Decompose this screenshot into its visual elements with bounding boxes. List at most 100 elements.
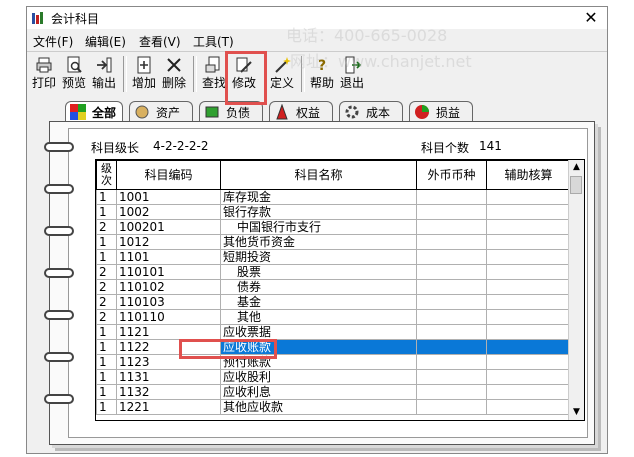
- tab-all[interactable]: 全部: [65, 101, 123, 123]
- cell-level[interactable]: 1: [96, 354, 117, 370]
- table-row[interactable]: 1 1123 预付账款: [96, 354, 571, 370]
- vertical-scrollbar[interactable]: ▲ ▼: [568, 160, 584, 420]
- menu-file[interactable]: 文件(F): [33, 33, 73, 50]
- table-row[interactable]: 2 110103 基金: [96, 294, 571, 310]
- export-button[interactable]: 输出: [89, 54, 119, 96]
- header-code[interactable]: 科目编码: [116, 160, 221, 190]
- cell-level[interactable]: 1: [96, 384, 117, 400]
- cell-level[interactable]: 1: [96, 189, 117, 205]
- cell-aux[interactable]: [486, 309, 571, 325]
- cell-code[interactable]: 110102: [116, 279, 221, 295]
- cell-level[interactable]: 1: [96, 369, 117, 385]
- cell-aux[interactable]: [486, 234, 571, 250]
- print-button[interactable]: 打印: [29, 54, 59, 96]
- cell-level[interactable]: 1: [96, 399, 117, 415]
- tab-profit-loss[interactable]: 损益: [409, 101, 473, 121]
- cell-aux[interactable]: [486, 249, 571, 265]
- table-row[interactable]: 2 110110 其他: [96, 309, 571, 325]
- cell-name[interactable]: 应收票据: [220, 324, 417, 340]
- add-button[interactable]: 增加: [129, 54, 159, 96]
- cell-currency[interactable]: [416, 354, 487, 370]
- cell-aux[interactable]: [486, 399, 571, 415]
- cell-code[interactable]: 100201: [116, 219, 221, 235]
- cell-level[interactable]: 1: [96, 324, 117, 340]
- header-currency[interactable]: 外币币种: [416, 160, 487, 190]
- header-aux[interactable]: 辅助核算: [486, 160, 571, 190]
- cell-code[interactable]: 1132: [116, 384, 221, 400]
- cell-currency[interactable]: [416, 309, 487, 325]
- cell-name[interactable]: 应收股利: [220, 369, 417, 385]
- cell-level[interactable]: 2: [96, 279, 117, 295]
- preview-button[interactable]: 预览: [59, 54, 89, 96]
- cell-level[interactable]: 2: [96, 294, 117, 310]
- tab-cost[interactable]: 成本: [339, 101, 403, 121]
- cell-aux[interactable]: [486, 324, 571, 340]
- cell-aux[interactable]: [486, 384, 571, 400]
- cell-currency[interactable]: [416, 294, 487, 310]
- cell-code[interactable]: 1101: [116, 249, 221, 265]
- cell-currency[interactable]: [416, 219, 487, 235]
- define-button[interactable]: 定义: [267, 54, 297, 96]
- cell-currency[interactable]: [416, 369, 487, 385]
- cell-name[interactable]: 其他: [220, 309, 417, 325]
- cell-currency[interactable]: [416, 264, 487, 280]
- cell-code[interactable]: 1221: [116, 399, 221, 415]
- cell-code[interactable]: 1002: [116, 204, 221, 220]
- menu-view[interactable]: 查看(V): [139, 33, 181, 50]
- table-row[interactable]: 1 1121 应收票据: [96, 324, 571, 340]
- cell-aux[interactable]: [486, 294, 571, 310]
- close-button[interactable]: ✕: [581, 8, 601, 28]
- table-row[interactable]: 1 1221 其他应收款: [96, 399, 571, 415]
- header-name[interactable]: 科目名称: [220, 160, 417, 190]
- cell-level[interactable]: 2: [96, 309, 117, 325]
- cell-code[interactable]: 1012: [116, 234, 221, 250]
- scroll-up-icon[interactable]: ▲: [569, 160, 584, 175]
- table-row[interactable]: 1 1002 银行存款: [96, 204, 571, 220]
- accounts-grid[interactable]: 级次 科目编码 科目名称 外币币种 辅助核算 1 1001 库存现金 1 1002 银行存…: [95, 159, 585, 421]
- cell-name[interactable]: 短期投资: [220, 249, 417, 265]
- cell-aux[interactable]: [486, 339, 571, 355]
- cell-level[interactable]: 1: [96, 204, 117, 220]
- help-button[interactable]: ? 帮助: [307, 54, 337, 96]
- cell-level[interactable]: 2: [96, 264, 117, 280]
- table-row[interactable]: 1 1101 短期投资: [96, 249, 571, 265]
- header-level[interactable]: 级次: [96, 160, 117, 190]
- cell-code[interactable]: 110103: [116, 294, 221, 310]
- table-row[interactable]: 1 1131 应收股利: [96, 369, 571, 385]
- cell-name[interactable]: 银行存款: [220, 204, 417, 220]
- cell-code[interactable]: 1001: [116, 189, 221, 205]
- cell-name[interactable]: 应收利息: [220, 384, 417, 400]
- cell-currency[interactable]: [416, 399, 487, 415]
- cell-aux[interactable]: [486, 279, 571, 295]
- cell-currency[interactable]: [416, 279, 487, 295]
- table-row[interactable]: 2 100201 中国银行市支行: [96, 219, 571, 235]
- cell-code[interactable]: 1121: [116, 324, 221, 340]
- cell-level[interactable]: 1: [96, 234, 117, 250]
- table-row[interactable]: 2 110102 债券: [96, 279, 571, 295]
- table-row[interactable]: 1 1001 库存现金: [96, 189, 571, 205]
- scroll-thumb[interactable]: [570, 176, 582, 194]
- menu-tools[interactable]: 工具(T): [193, 33, 234, 50]
- cell-aux[interactable]: [486, 369, 571, 385]
- cell-currency[interactable]: [416, 324, 487, 340]
- cell-name[interactable]: 基金: [220, 294, 417, 310]
- cell-aux[interactable]: [486, 264, 571, 280]
- menu-edit[interactable]: 编辑(E): [85, 33, 126, 50]
- cell-currency[interactable]: [416, 234, 487, 250]
- cell-currency[interactable]: [416, 189, 487, 205]
- delete-button[interactable]: 删除: [159, 54, 189, 96]
- cell-currency[interactable]: [416, 339, 487, 355]
- cell-name[interactable]: 债券: [220, 279, 417, 295]
- exit-button[interactable]: 退出: [337, 54, 367, 96]
- cell-name[interactable]: 库存现金: [220, 189, 417, 205]
- cell-currency[interactable]: [416, 204, 487, 220]
- cell-aux[interactable]: [486, 189, 571, 205]
- cell-code[interactable]: 110101: [116, 264, 221, 280]
- cell-currency[interactable]: [416, 249, 487, 265]
- table-row[interactable]: 1 1012 其他货币资金: [96, 234, 571, 250]
- cell-level[interactable]: 1: [96, 339, 117, 355]
- cell-code[interactable]: 110110: [116, 309, 221, 325]
- tab-asset[interactable]: 资产: [129, 101, 193, 121]
- table-row[interactable]: 1 1132 应收利息: [96, 384, 571, 400]
- cell-name[interactable]: 股票: [220, 264, 417, 280]
